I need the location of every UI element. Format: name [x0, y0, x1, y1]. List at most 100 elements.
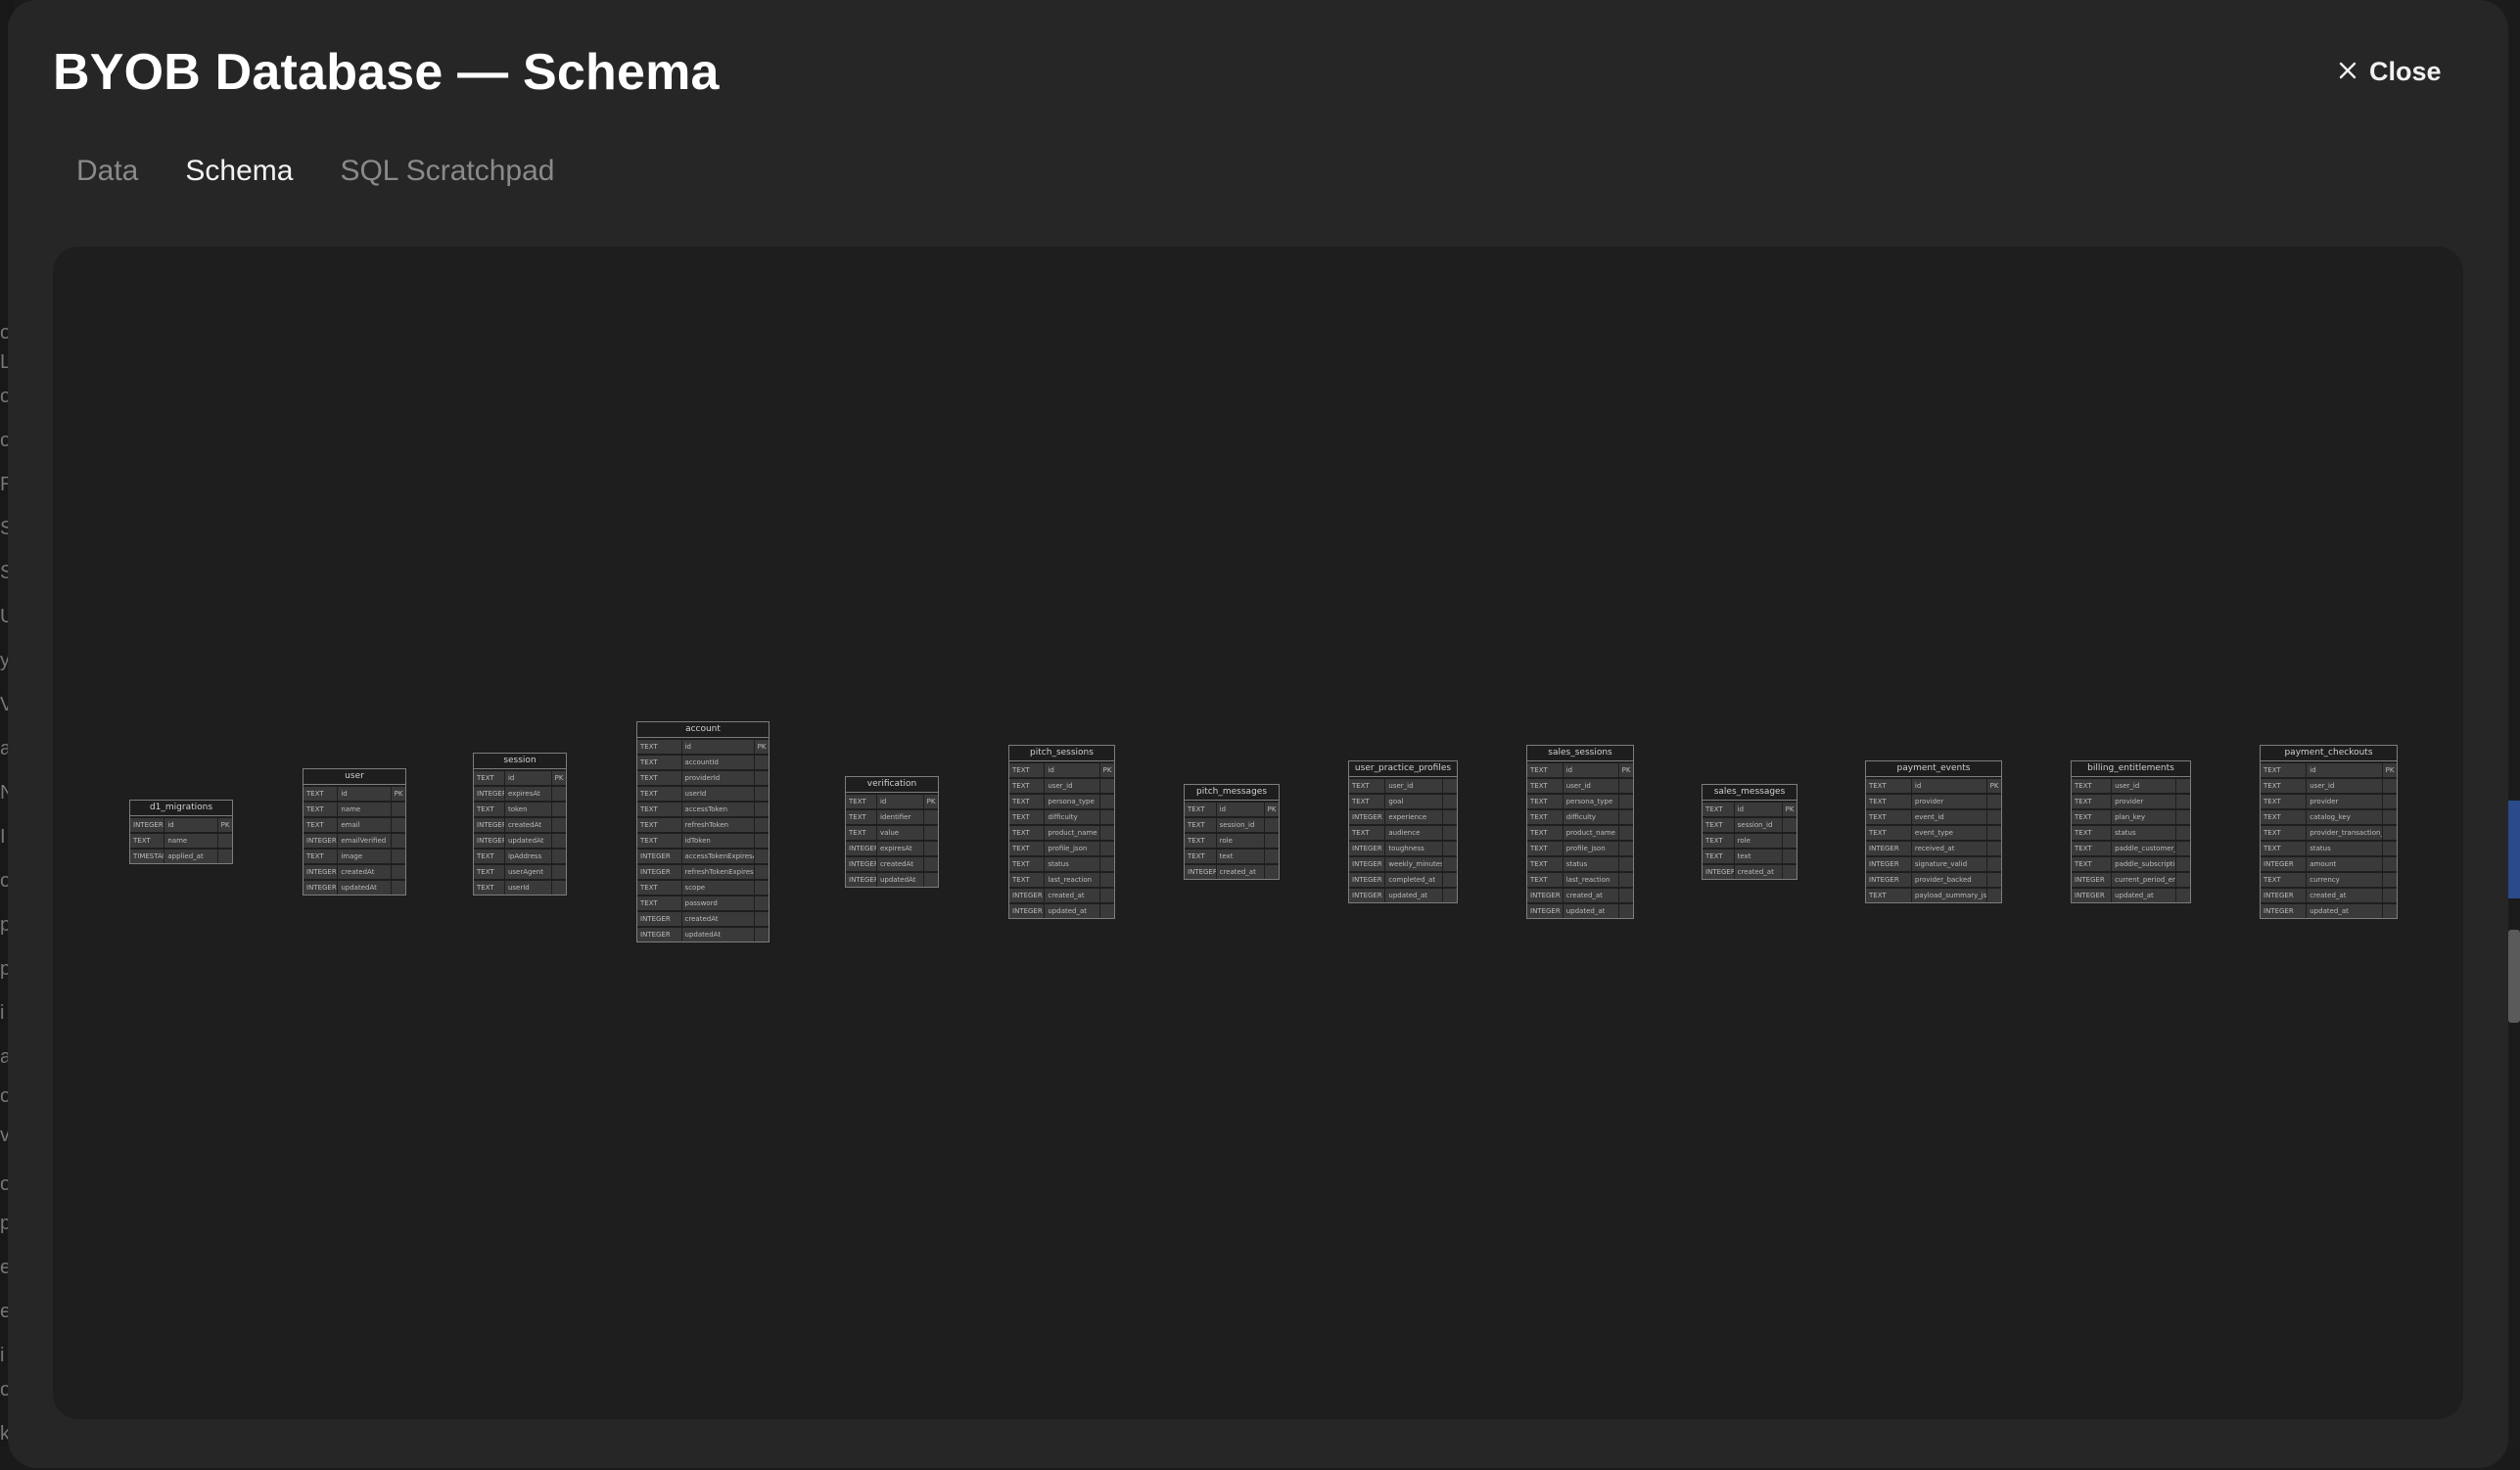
column-name: created_at	[1216, 865, 1265, 879]
column-type: TEXT	[1349, 779, 1386, 793]
column-key-badge	[1443, 810, 1457, 824]
column-type: TEXT	[2072, 795, 2113, 808]
column-key-badge	[755, 818, 769, 832]
schema-column-row: TEXT name	[130, 832, 232, 848]
schema-column-row: INTEGER createdAt	[474, 816, 566, 832]
schema-diagram-canvas[interactable]: d1_migrationsINTEGERidPKTEXTnameTIMESTAM…	[53, 247, 2463, 1419]
column-name: status	[2112, 826, 2176, 840]
column-key-badge	[1443, 857, 1457, 871]
column-name: providerId	[681, 771, 755, 785]
column-name: created_at	[1734, 865, 1783, 879]
close-button[interactable]: Close	[2338, 57, 2442, 87]
column-type: TEXT	[2261, 763, 2308, 777]
schema-column-row: TEXT product_name	[1009, 824, 1114, 840]
schema-table-title: sales_sessions	[1527, 746, 1633, 761]
column-type: INTEGER	[303, 881, 339, 895]
schema-table-user-practice-profiles[interactable]: user_practice_profiles TEXT user_id TEXT goa…	[1348, 760, 1458, 903]
column-type: TEXT	[1866, 795, 1912, 808]
column-type: INTEGER	[1349, 810, 1386, 824]
column-name: persona_type	[1045, 795, 1100, 808]
schema-column-row: TEXT profile_json	[1527, 840, 1633, 855]
column-name: accessToken	[681, 803, 755, 816]
column-type: TEXT	[2072, 857, 2113, 871]
schema-table-session[interactable]: session TEXT id PK INTEGER expiresAt TEXT token…	[473, 753, 567, 896]
column-name: provider_backed	[1911, 873, 1987, 887]
schema-column-row: TEXT userId	[474, 879, 566, 895]
schema-table-user[interactable]: user TEXT id PK TEXT name TEXT email INTEGER emai…	[303, 768, 406, 896]
schema-column-row: INTEGER updated_at	[2261, 902, 2397, 918]
schema-column-row: TEXT image	[303, 848, 405, 863]
column-key-badge	[1265, 818, 1279, 832]
schema-column-row: TEXT plan_key	[2072, 808, 2190, 824]
schema-table-pitch-messages[interactable]: pitch_messages TEXT id PK TEXT session_id TEXT…	[1184, 784, 1280, 880]
column-type: TEXT	[303, 850, 339, 863]
column-key-badge	[1619, 842, 1633, 855]
column-type: TEXT	[1009, 873, 1046, 887]
column-key-badge	[2176, 857, 2190, 871]
column-key-badge	[392, 850, 405, 863]
schema-table-payment-checkouts[interactable]: payment_checkouts TEXT id PK TEXT user_id TEXT…	[2260, 745, 2398, 919]
schema-column-row: INTEGER current_period_end	[2072, 871, 2190, 887]
schema-column-row: TEXT id PK	[1703, 801, 1797, 816]
column-type: INTEGER	[2072, 889, 2113, 902]
schema-column-row: TEXT idToken	[637, 832, 769, 848]
column-name: accessTokenExpiresAt	[681, 850, 755, 863]
column-key-badge	[1443, 779, 1457, 793]
column-name: created_at	[2307, 889, 2383, 902]
column-name: difficulty	[1045, 810, 1100, 824]
column-name: created_at	[1045, 889, 1100, 902]
column-name: payload_summary_json	[1911, 889, 1987, 902]
column-name: id	[1563, 763, 1619, 777]
column-name: provider	[2112, 795, 2176, 808]
column-name: audience	[1385, 826, 1443, 840]
column-name: paddle_customer_id	[2112, 842, 2176, 855]
schema-table-d1-migrations[interactable]: d1_migrationsINTEGERidPKTEXTnameTIMESTAM…	[129, 800, 233, 864]
schema-column-row: TEXT id PK	[637, 738, 769, 754]
column-type: TEXT	[1185, 850, 1217, 863]
schema-column-row: INTEGER created_at	[2261, 887, 2397, 902]
tab-sql-scratchpad[interactable]: SQL Scratchpad	[340, 155, 554, 188]
column-name: updated_at	[1045, 904, 1100, 918]
schema-column-row: INTEGER updated_at	[1009, 902, 1114, 918]
column-key-badge	[1100, 842, 1114, 855]
schema-column-row: TEXT product_name	[1527, 824, 1633, 840]
column-name: ipAddress	[504, 850, 552, 863]
tab-schema[interactable]: Schema	[185, 155, 293, 188]
column-key-badge	[755, 912, 769, 926]
column-name: userId	[681, 787, 755, 801]
column-type: TEXT	[2072, 779, 2113, 793]
column-name: product_name	[1045, 826, 1100, 840]
schema-column-row: INTEGER expiresAt	[846, 840, 938, 855]
schema-column-row: TEXT scope	[637, 879, 769, 895]
column-type: INTEGER	[303, 834, 339, 848]
schema-table-sales-messages[interactable]: sales_messages TEXT id PK TEXT session_id TEXT…	[1702, 784, 1797, 880]
schema-table-account[interactable]: account TEXT id PK TEXT accountId TEXT provider…	[636, 721, 770, 942]
column-type: INTEGER	[2261, 889, 2308, 902]
column-key-badge	[755, 756, 769, 769]
schema-table-billing-entitlements[interactable]: billing_entitlements TEXT user_id TEXT provi…	[2071, 760, 2191, 903]
column-name: name	[164, 834, 218, 848]
schema-column-row: INTEGER created_at	[1185, 863, 1279, 879]
close-label: Close	[2369, 57, 2442, 86]
schema-table-sales-sessions[interactable]: sales_sessions TEXT id PK TEXT user_id TEXT per…	[1526, 745, 1634, 919]
schema-column-row: INTEGER accessTokenExpiresAt	[637, 848, 769, 863]
tab-data[interactable]: Data	[76, 155, 138, 188]
column-type: TEXT	[1527, 763, 1563, 777]
column-key-badge	[1100, 873, 1114, 887]
column-type: TEXT	[1349, 795, 1386, 808]
schema-column-row: TEXT persona_type	[1009, 793, 1114, 808]
schema-table-payment-events[interactable]: payment_events TEXT id PK TEXT provider TEXT ev…	[1865, 760, 2002, 903]
column-name: id	[1216, 803, 1265, 816]
column-type: INTEGER	[1866, 857, 1912, 871]
schema-column-row: TEXT status	[1009, 855, 1114, 871]
column-type: INTEGER	[474, 834, 505, 848]
column-key-badge	[2383, 810, 2397, 824]
schema-column-row: TEXT user_id	[2261, 777, 2397, 793]
column-key-badge	[392, 818, 405, 832]
schema-table-pitch-sessions[interactable]: pitch_sessions TEXT id PK TEXT user_id TEXT per…	[1008, 745, 1115, 919]
background-scrollbar[interactable]	[2508, 930, 2520, 1023]
column-name: event_id	[1911, 810, 1987, 824]
schema-column-row: TEXT provider	[1866, 793, 2001, 808]
schema-table-verification[interactable]: verification TEXT id PK TEXT identifier TEXT va…	[845, 776, 939, 888]
column-key-badge	[1265, 850, 1279, 863]
